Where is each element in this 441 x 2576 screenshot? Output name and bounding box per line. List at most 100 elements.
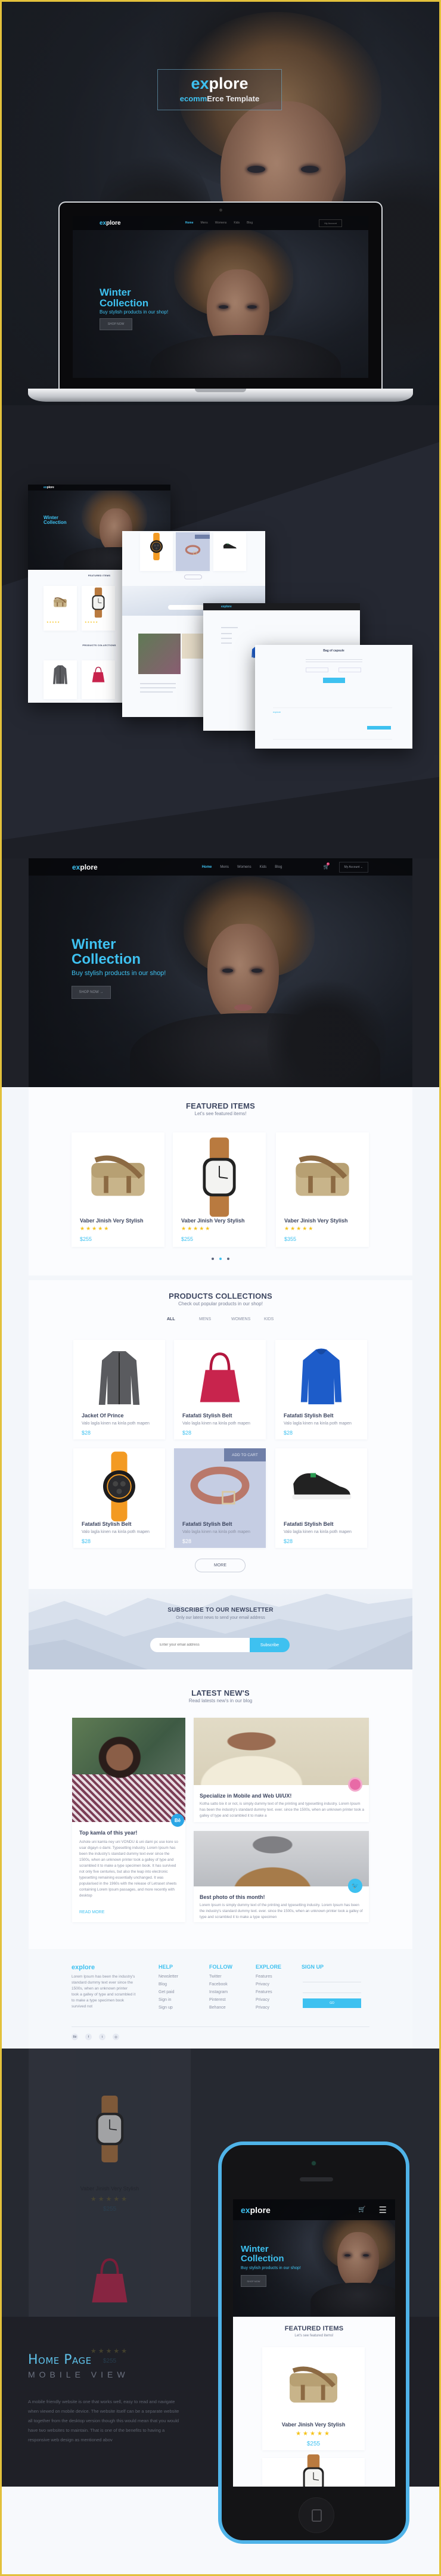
footer-link[interactable]: Facebook bbox=[209, 1981, 228, 1988]
carousel-dot[interactable] bbox=[227, 1258, 229, 1260]
news-post[interactable]: Specialize in Mobile and Web UI/UX! Koth… bbox=[194, 1718, 369, 1822]
twitter-icon[interactable]: t bbox=[99, 2034, 105, 2040]
phone-screen: explore 🛒 ☰ Winter Collection Buy stylish… bbox=[233, 2199, 395, 2487]
product-desc: Valo lagla kinen na kinla poth mapen bbox=[82, 1422, 150, 1426]
news-post[interactable]: Bē Top kamla of this year! Ashole uni ka… bbox=[72, 1718, 185, 1922]
footer-link[interactable]: Features bbox=[256, 1973, 272, 1981]
product-image bbox=[82, 587, 115, 618]
footer-link[interactable]: Newsletter bbox=[159, 1973, 178, 1981]
product-name: Fatafati Stylish Belt bbox=[82, 1521, 132, 1527]
hamburger-menu-icon[interactable]: ☰ bbox=[379, 2205, 387, 2215]
read-more-link[interactable]: READ MORE bbox=[79, 1910, 104, 1914]
home-button[interactable] bbox=[299, 2497, 334, 2533]
footer-link[interactable]: Get paid bbox=[159, 1988, 174, 1996]
product-image bbox=[213, 535, 246, 558]
nav-item-kids[interactable]: Kids bbox=[234, 221, 240, 225]
product-card[interactable]: Fatafati Stylish Belt Valo lagla kinen na… bbox=[275, 1340, 367, 1439]
account-dropdown[interactable]: My Account ⌄ bbox=[338, 861, 368, 873]
tab-all[interactable]: ALL bbox=[167, 1317, 175, 1321]
product-card[interactable]: Vaber Jinish Very Stylish ★★★★★ $255 bbox=[262, 2347, 365, 2450]
product-image bbox=[140, 533, 173, 560]
behance-icon[interactable]: Bē bbox=[171, 1814, 184, 1827]
nav-item-mens[interactable]: Mens bbox=[220, 865, 229, 869]
product-desc: Valo lagla kinen na kinla poth mapen bbox=[284, 1422, 352, 1426]
footer-link[interactable]: Privacy bbox=[256, 2004, 269, 2012]
newsletter-email-input[interactable] bbox=[150, 1638, 250, 1652]
behance-icon[interactable]: Bē bbox=[72, 2034, 78, 2040]
footer-link[interactable]: Blog bbox=[159, 1981, 167, 1988]
signup-password-input[interactable] bbox=[303, 1987, 361, 1993]
footer-link[interactable]: Privacy bbox=[256, 1996, 269, 2004]
post-image bbox=[72, 1718, 185, 1822]
nav-item-mens[interactable]: Mens bbox=[200, 221, 207, 225]
newsletter-subtitle: Only our latest news to send your email … bbox=[176, 1616, 265, 1620]
product-image bbox=[174, 1346, 266, 1410]
product-card[interactable]: Fatafati Stylish Belt Valo lagla kinen na… bbox=[275, 1448, 367, 1548]
product-card[interactable]: Vaber Jinish Very Stylish ★★★★★ $255 bbox=[72, 1132, 164, 1247]
product-desc: Valo lagla kinen na kinla poth mapen bbox=[182, 1422, 250, 1426]
nav-item-womens[interactable]: Womens bbox=[215, 221, 227, 225]
facebook-icon[interactable]: f bbox=[85, 2034, 92, 2040]
product-name: Vaber Jinish Very Stylish bbox=[284, 1218, 348, 1224]
footer-link[interactable]: Sign in bbox=[159, 1996, 171, 2004]
account-button[interactable]: My Account bbox=[319, 219, 342, 227]
footer: explore Lorem Ipsum has been the industr… bbox=[29, 1949, 412, 2049]
rating-stars: ★★★★★ bbox=[80, 1225, 110, 1231]
footer-col-title: EXPLORE bbox=[256, 1964, 282, 1970]
dribbble-icon[interactable] bbox=[348, 1777, 362, 1792]
rating-stars: ★★★★★ bbox=[284, 1225, 315, 1231]
footer-link[interactable]: Privacy bbox=[256, 1981, 269, 1988]
newsletter-section: SUBSCRIBE TO OUR NEWSLETTER Only our lat… bbox=[29, 1589, 412, 1669]
footer-link[interactable]: Sign up bbox=[159, 2004, 173, 2012]
product-image bbox=[44, 591, 77, 614]
site-logo[interactable]: explore bbox=[72, 863, 98, 871]
signup-go-button[interactable]: GO bbox=[303, 1998, 361, 2008]
shop-now-button[interactable]: SHOP NOW bbox=[241, 2275, 266, 2287]
nav-item-blog[interactable]: Blog bbox=[247, 221, 253, 225]
site-nav: explore Home Mens Womens Kids Blog 🛒 0 My Acc… bbox=[29, 858, 412, 876]
carousel-dot[interactable] bbox=[212, 1258, 214, 1260]
nav-item-home[interactable]: Home bbox=[202, 865, 212, 869]
signup-email-input[interactable] bbox=[303, 1976, 361, 1982]
footer-link[interactable]: Instagram bbox=[209, 1988, 228, 1996]
news-post[interactable]: 🐦 Best photo of this month! Lorem Ipsum … bbox=[194, 1831, 369, 1922]
carousel-dot[interactable] bbox=[219, 1258, 222, 1260]
nav-item-home[interactable]: Home bbox=[185, 221, 194, 225]
shop-now-button[interactable]: SHOP NOW bbox=[100, 318, 132, 330]
tab-kids[interactable]: KIDS bbox=[264, 1317, 274, 1321]
more-button[interactable]: MORE bbox=[195, 1559, 246, 1572]
dribbble-icon[interactable]: ◎ bbox=[113, 2034, 119, 2040]
nav-item-kids[interactable]: Kids bbox=[260, 865, 267, 869]
product-image bbox=[82, 663, 115, 687]
subscribe-button[interactable]: Subscribe bbox=[250, 1638, 290, 1652]
post-title: Best photo of this month! bbox=[200, 1894, 265, 1900]
nav-item-blog[interactable]: Blog bbox=[275, 865, 282, 869]
footer-link[interactable]: Features bbox=[256, 1988, 272, 1996]
camera-icon bbox=[219, 209, 222, 212]
nav-item-womens[interactable]: Womens bbox=[237, 865, 251, 869]
product-card[interactable]: Fatafati Stylish Belt Valo lagla kinen na… bbox=[174, 1340, 266, 1439]
shop-now-button[interactable]: SHOP NOW → bbox=[72, 986, 111, 999]
tab-mens[interactable]: MENS bbox=[199, 1317, 211, 1321]
footer-link[interactable]: Pinterest bbox=[209, 1996, 226, 2004]
cart-badge: 0 bbox=[326, 862, 330, 865]
footer-link[interactable]: Twitter bbox=[209, 1973, 222, 1981]
cart-icon[interactable]: 🛒 0 bbox=[324, 862, 330, 870]
post-body: Lorem Ipsum is simply dummy text of the … bbox=[200, 1903, 363, 1919]
hero-subtitle: Buy stylish products in our shop! bbox=[100, 309, 169, 315]
tab-womens[interactable]: WOMENS bbox=[231, 1317, 250, 1321]
product-card[interactable]: Vaber Jinish Very Stylish ★★★★★ $355 bbox=[276, 1132, 369, 1247]
product-card[interactable]: Vaber Jinish Very Stylish ★★★★★ $255 bbox=[173, 1132, 266, 1247]
footer-link[interactable]: Behance bbox=[209, 2004, 226, 2012]
cart-icon[interactable]: 🛒 bbox=[358, 2206, 365, 2213]
product-card[interactable]: Jacket Of Prince Valo lagla kinen na kinl… bbox=[73, 1340, 165, 1439]
footer-col-title: HELP bbox=[159, 1964, 173, 1970]
cover-subtitle: ecommErce Template bbox=[179, 94, 260, 103]
product-card[interactable]: Fatafati Stylish Belt Valo lagla kinen na… bbox=[73, 1448, 165, 1548]
product-card[interactable]: Fatafati Stylish Belt Valo lagla kinen na… bbox=[174, 1448, 266, 1548]
add-to-cart-button[interactable]: ADD TO CART bbox=[224, 1448, 266, 1461]
product-image bbox=[262, 2359, 365, 2413]
twitter-icon[interactable]: 🐦 bbox=[348, 1879, 362, 1893]
desktop-site: explore Home Mens Womens Kids Blog 🛒 0 My Acc… bbox=[29, 858, 412, 2049]
laptop-screen: explore Home Mens Womens Kids Blog My Accoun… bbox=[73, 216, 368, 378]
